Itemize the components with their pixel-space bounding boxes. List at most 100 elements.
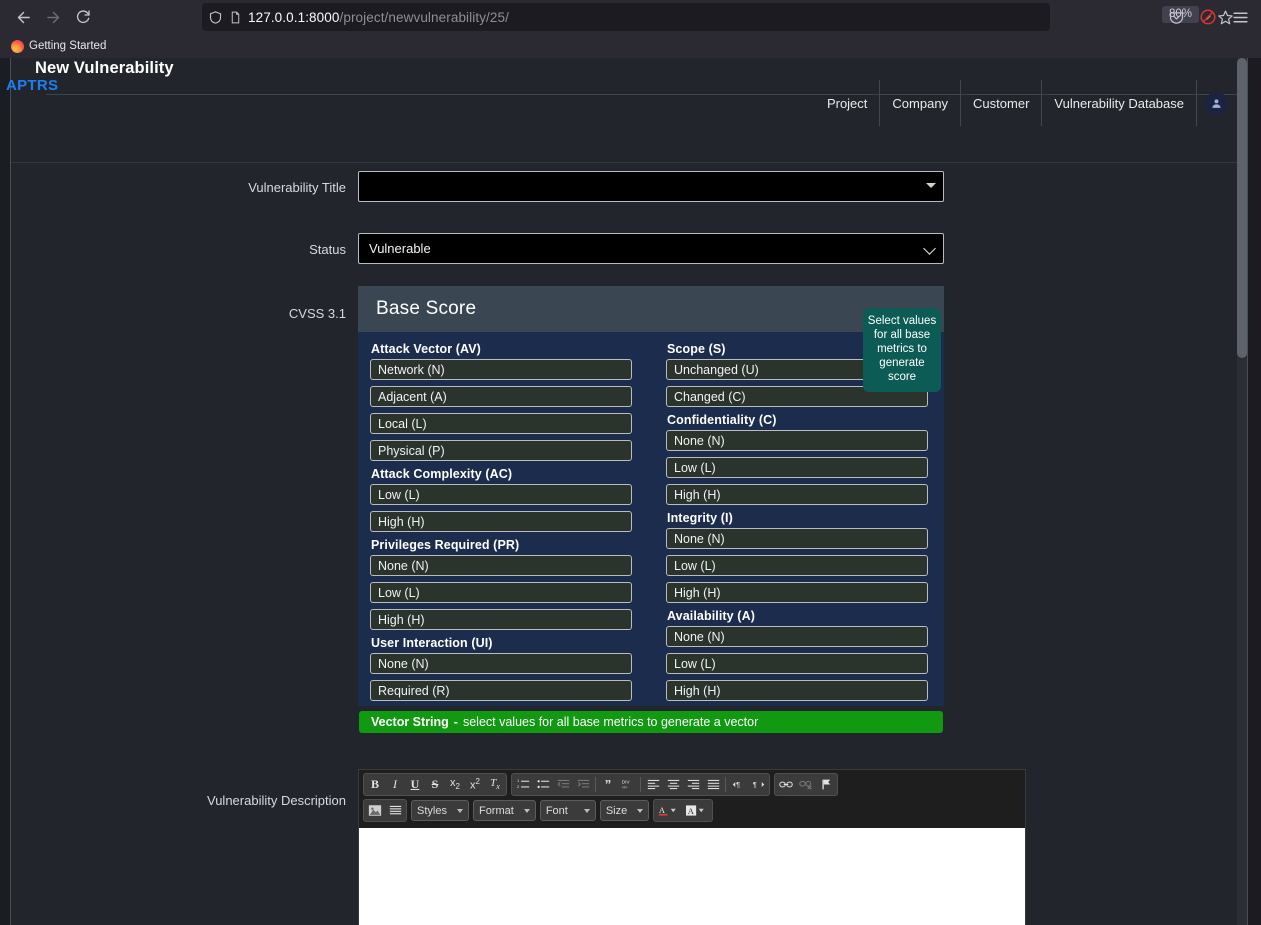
metric-option-pr-none[interactable]: None (N)	[370, 555, 632, 576]
firefox-logo-icon	[11, 39, 24, 53]
anchor-icon[interactable]	[816, 775, 836, 794]
align-right-icon[interactable]	[683, 775, 703, 794]
blockquote-icon[interactable]: ”	[598, 775, 618, 794]
text-color-icon[interactable]: A	[655, 801, 683, 820]
vulnerability-title-select[interactable]	[358, 171, 944, 202]
font-dropdown[interactable]: Font	[539, 800, 596, 821]
metric-option-i-none[interactable]: None (N)	[666, 528, 928, 549]
metric-option-c-high[interactable]: High (H)	[666, 484, 928, 505]
app-sidebar-rail	[0, 58, 11, 925]
nav-avatar-cell[interactable]	[1196, 80, 1236, 126]
metric-option-a-high[interactable]: High (H)	[666, 680, 928, 701]
nav-item-customer[interactable]: Customer	[960, 80, 1041, 126]
metric-option-pr-high[interactable]: High (H)	[370, 609, 632, 630]
numbered-list-icon[interactable]: 12	[513, 775, 533, 794]
cvss-base-score-panel: Base Score Attack Vector (AV) Network (N…	[358, 286, 944, 738]
subscript-icon[interactable]: x2	[445, 775, 465, 794]
right-gutter	[1247, 58, 1261, 925]
metric-option-av-adjacent[interactable]: Adjacent (A)	[370, 386, 632, 407]
status-select[interactable]: Vulnerable	[358, 233, 944, 264]
url-text[interactable]: 127.0.0.1:8000/project/newvulnerability/…	[248, 10, 509, 25]
create-div-icon[interactable]: DIV </>	[618, 775, 638, 794]
page-icon[interactable]	[229, 10, 242, 25]
shield-icon[interactable]	[208, 10, 223, 25]
bulleted-list-icon[interactable]	[533, 775, 553, 794]
metric-option-av-network[interactable]: Network (N)	[370, 359, 632, 380]
description-editor-body[interactable]	[359, 828, 1025, 925]
svg-text:</>: </>	[622, 784, 628, 789]
back-button[interactable]	[8, 3, 38, 31]
background-color-icon[interactable]: A	[683, 801, 711, 820]
forward-button[interactable]	[38, 3, 68, 31]
metric-option-a-none[interactable]: None (N)	[666, 626, 928, 647]
text-direction-ltr-icon[interactable]: ¶	[728, 775, 748, 794]
vulnerability-description-label: Vulnerability Description	[207, 793, 346, 808]
toolbar-separator	[595, 777, 596, 792]
metric-option-c-low[interactable]: Low (L)	[666, 457, 928, 478]
cvss-right-column: Scope (S) Unchanged (U) Changed (C) Conf…	[666, 340, 928, 706]
metric-option-ac-high[interactable]: High (H)	[370, 511, 632, 532]
insert-group	[363, 799, 407, 822]
pocket-icon[interactable]	[1161, 3, 1191, 31]
link-icon[interactable]	[776, 775, 796, 794]
horizontal-rule-icon[interactable]	[385, 801, 405, 820]
size-dropdown[interactable]: Size	[599, 800, 650, 821]
hamburger-menu-icon[interactable]	[1225, 3, 1255, 31]
links-group	[774, 773, 838, 796]
metric-option-i-high[interactable]: High (H)	[666, 582, 928, 603]
reload-button[interactable]	[68, 3, 98, 31]
align-center-icon[interactable]	[663, 775, 683, 794]
cvss-score-tooltip: Select values for all base metrics to ge…	[863, 308, 941, 392]
superscript-icon[interactable]: x2	[465, 775, 485, 794]
url-bar[interactable]: 127.0.0.1:8000/project/newvulnerability/…	[202, 3, 1050, 31]
cvss-metrics-body: Attack Vector (AV) Network (N) Adjacent …	[358, 308, 944, 706]
url-host: 127.0.0.1:8000	[248, 9, 340, 25]
metric-option-a-low[interactable]: Low (L)	[666, 653, 928, 674]
strikethrough-icon[interactable]: S	[425, 775, 445, 794]
metric-group-title-i: Integrity (I)	[667, 511, 733, 525]
svg-text:A: A	[688, 806, 695, 816]
status-label: Status	[309, 242, 346, 257]
styles-dropdown[interactable]: Styles	[411, 800, 469, 821]
remove-format-icon[interactable]: Tx	[485, 775, 505, 794]
decrease-indent-icon[interactable]	[553, 775, 573, 794]
bookmark-getting-started[interactable]: Getting Started	[6, 38, 111, 55]
user-avatar-icon[interactable]	[1205, 91, 1228, 115]
browser-nav-bar: 127.0.0.1:8000/project/newvulnerability/…	[0, 0, 1261, 34]
metric-option-ac-low[interactable]: Low (L)	[370, 484, 632, 505]
metric-group-title-ac: Attack Complexity (AC)	[371, 467, 513, 481]
paragraph-group: 12 ” DIV </> ¶ ¶	[511, 773, 770, 796]
metric-group-title-pr: Privileges Required (PR)	[371, 538, 520, 552]
metric-option-c-none[interactable]: None (N)	[666, 430, 928, 451]
nav-item-company[interactable]: Company	[879, 80, 960, 126]
scrollbar-thumb[interactable]	[1237, 58, 1247, 358]
text-direction-rtl-icon[interactable]: ¶	[748, 775, 768, 794]
metric-option-av-physical[interactable]: Physical (P)	[370, 440, 632, 461]
metric-option-i-low[interactable]: Low (L)	[666, 555, 928, 576]
description-rich-text-editor: B I U S x2 x2 Tx 12 ” DIV </> ¶ ¶ Styles…	[358, 769, 1026, 925]
underline-icon[interactable]: U	[405, 775, 425, 794]
metric-option-ui-required[interactable]: Required (R)	[370, 680, 632, 701]
bold-icon[interactable]: B	[365, 775, 385, 794]
url-path: /project/newvulnerability/25/	[339, 9, 509, 25]
metric-group-title-ui: User Interaction (UI)	[371, 636, 493, 650]
page-scrollbar[interactable]	[1237, 58, 1247, 925]
italic-icon[interactable]: I	[385, 775, 405, 794]
editor-toolbar: B I U S x2 x2 Tx 12 ” DIV </> ¶ ¶ Styles…	[359, 770, 1025, 828]
unlink-icon[interactable]	[796, 775, 816, 794]
increase-indent-icon[interactable]	[573, 775, 593, 794]
format-dropdown[interactable]: Format	[472, 800, 536, 821]
image-icon[interactable]	[365, 801, 385, 820]
bookmark-label: Getting Started	[29, 40, 107, 52]
metric-option-ui-none[interactable]: None (N)	[370, 653, 632, 674]
svg-text:1: 1	[517, 778, 520, 783]
justify-icon[interactable]	[703, 775, 723, 794]
nav-item-project[interactable]: Project	[815, 80, 879, 126]
align-left-icon[interactable]	[643, 775, 663, 794]
extension-blocked-icon[interactable]	[1193, 3, 1223, 31]
metric-option-pr-low[interactable]: Low (L)	[370, 582, 632, 603]
app-brand-logo[interactable]: APTRS	[6, 77, 58, 94]
metric-option-av-local[interactable]: Local (L)	[370, 413, 632, 434]
nav-item-vulnerability-database[interactable]: Vulnerability Database	[1041, 80, 1196, 126]
svg-text:¶: ¶	[736, 780, 740, 789]
